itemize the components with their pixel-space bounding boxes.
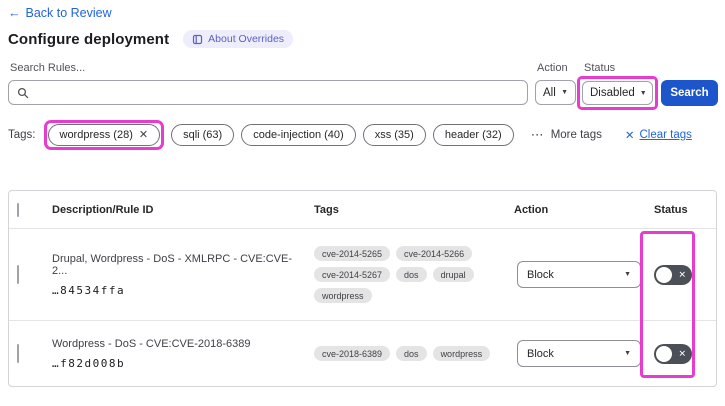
status-filter-dropdown[interactable]: Disabled ▼ <box>582 81 653 105</box>
chevron-down-icon: ▼ <box>561 89 568 96</box>
status-toggle-off[interactable]: ✕ <box>654 264 692 285</box>
action-value: Block <box>527 268 554 281</box>
clear-tags-label: Clear tags <box>639 129 692 141</box>
back-to-review-link[interactable]: ← Back to Review <box>8 6 112 20</box>
status-filter-value: Disabled <box>590 87 635 99</box>
tag-chip-label: sqli (63) <box>183 129 223 141</box>
chevron-down-icon: ▼ <box>624 271 631 278</box>
toggle-knob <box>656 266 672 283</box>
rule-tag-pill: cve-2014-5266 <box>396 246 473 261</box>
clear-icon: ✕ <box>624 130 635 142</box>
ellipsis-icon: ⋯ <box>530 127 545 142</box>
rule-id: …f82d008b <box>52 356 126 370</box>
rule-tag-pill: cve-2014-5265 <box>314 246 391 261</box>
column-header-status: Status <box>654 203 688 216</box>
search-rules-input[interactable] <box>35 86 519 99</box>
status-toggle-off[interactable]: ✕ <box>654 343 692 364</box>
book-icon <box>193 34 203 44</box>
page-title: Configure deployment <box>8 30 170 48</box>
page-header: Configure deployment About Overrides <box>8 30 294 48</box>
more-tags-button[interactable]: ⋯ More tags <box>531 127 602 143</box>
toggle-x-icon: ✕ <box>678 348 686 358</box>
table-header-row: Description/Rule ID Tags Action Status <box>9 191 716 228</box>
rule-tag-pill: dos <box>396 346 427 361</box>
rule-description: Drupal, Wordpress - DoS - XMLRPC - CVE:C… <box>52 252 293 277</box>
wordpress-tag-annotation-highlight: wordpress (28) ✕ <box>43 120 165 150</box>
action-filter-value: All <box>543 86 556 99</box>
remove-tag-icon[interactable]: ✕ <box>139 129 148 141</box>
tag-chip-xss[interactable]: xss (35) <box>362 124 426 146</box>
action-dropdown[interactable]: Block ▼ <box>517 261 641 288</box>
tag-chip-label: wordpress (28) <box>59 129 133 141</box>
rule-tag-pill: cve-2018-6389 <box>314 346 391 361</box>
row-checkbox[interactable] <box>17 343 19 363</box>
row-checkbox[interactable] <box>17 264 19 284</box>
chevron-down-icon: ▼ <box>639 89 647 97</box>
search-button[interactable]: Search <box>661 80 718 106</box>
search-rules-label: Search Rules... <box>10 62 86 74</box>
rule-id: …84534ffa <box>52 283 126 297</box>
tag-chip-label: code-injection (40) <box>253 129 344 141</box>
tag-chip-label: xss (35) <box>374 129 414 141</box>
rule-description: Wordpress - DoS - CVE:CVE-2018-6389 <box>52 337 251 350</box>
column-header-action: Action <box>514 203 549 216</box>
rules-table: Description/Rule ID Tags Action Status D… <box>8 190 717 387</box>
back-link-label: Back to Review <box>25 6 112 20</box>
select-all-checkbox[interactable] <box>17 202 19 217</box>
rule-tag-pill: drupal <box>432 267 474 282</box>
rule-tag-pill: cve-2014-5267 <box>314 267 391 282</box>
table-row: Wordpress - DoS - CVE:CVE-2018-6389 …f82… <box>9 320 716 386</box>
about-overrides-badge[interactable]: About Overrides <box>183 30 294 48</box>
toggle-knob <box>656 345 672 362</box>
about-overrides-label: About Overrides <box>208 33 285 45</box>
column-header-description: Description/Rule ID <box>52 203 154 216</box>
tag-chip-sqli[interactable]: sqli (63) <box>171 124 235 146</box>
toggle-x-icon: ✕ <box>678 269 686 279</box>
back-arrow-icon: ← <box>8 6 21 20</box>
rule-tags: cve-2018-6389 dos wordpress <box>307 346 507 361</box>
tag-chip-label: header (32) <box>444 129 502 141</box>
rule-tags: cve-2014-5265 cve-2014-5266 cve-2014-526… <box>307 246 507 303</box>
tags-label: Tags: <box>8 129 36 141</box>
column-header-tags: Tags <box>314 203 339 216</box>
table-row: Drupal, Wordpress - DoS - XMLRPC - CVE:C… <box>9 228 716 320</box>
tag-chip-wordpress[interactable]: wordpress (28) ✕ <box>47 124 161 146</box>
more-tags-label: More tags <box>550 129 602 141</box>
clear-tags-button[interactable]: ✕ Clear tags <box>625 128 692 142</box>
action-value: Block <box>527 347 554 360</box>
chevron-down-icon: ▼ <box>624 350 631 357</box>
tag-chip-header[interactable]: header (32) <box>432 124 514 146</box>
tag-chip-code-injection[interactable]: code-injection (40) <box>241 124 356 146</box>
search-rules-box <box>8 80 528 105</box>
rule-tag-pill: dos <box>396 267 427 282</box>
search-icon <box>17 87 29 98</box>
rule-tag-pill: wordpress <box>432 346 491 361</box>
action-label: Action <box>537 62 568 74</box>
status-label: Status <box>584 62 616 74</box>
tags-filter-bar: Tags: wordpress (28) ✕ sqli (63) code-in… <box>8 119 717 151</box>
status-filter-annotation-highlight: Disabled ▼ <box>577 76 658 110</box>
action-filter-dropdown[interactable]: All ▼ <box>535 80 576 105</box>
action-dropdown[interactable]: Block ▼ <box>517 340 641 367</box>
rule-tag-pill: wordpress <box>314 288 372 303</box>
